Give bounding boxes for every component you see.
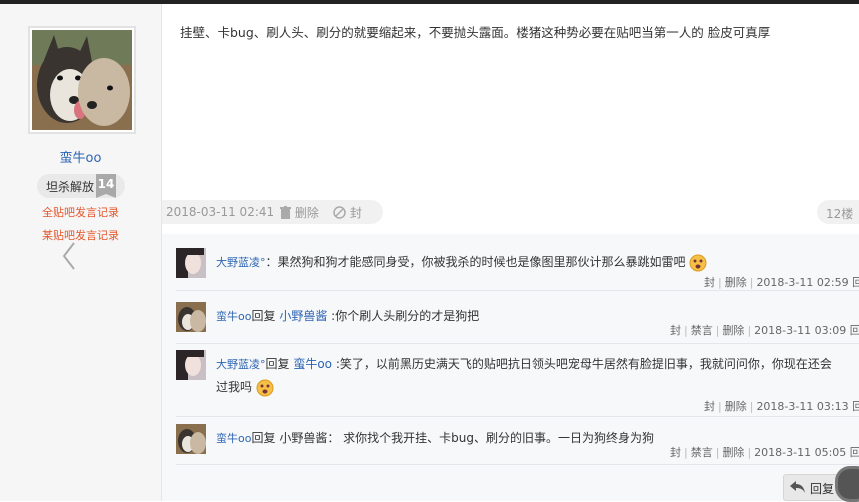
ban-link[interactable]: 封 (670, 324, 681, 337)
mute-link[interactable]: 禁言 (691, 446, 713, 459)
level-badge: 14 (96, 174, 116, 198)
reply-date: 2018-3-11 03:13 (756, 400, 849, 413)
delete-link[interactable]: 删除 (725, 400, 747, 413)
reply-date: 2018-3-11 05:05 (754, 446, 847, 459)
reply-target[interactable]: 小野兽酱 (279, 309, 327, 323)
reply-user[interactable]: 大野蓝凌° (216, 358, 266, 371)
ban-button[interactable]: 封 (333, 204, 362, 221)
all-posts-link[interactable]: 全贴吧发言记录 (0, 204, 161, 220)
delete-label: 删除 (294, 206, 319, 220)
reply-text: :笑了，以前黑历史满天飞的贴吧抗日领头吧宠母牛居然有脸提旧事，我就问问你，你现在… (335, 357, 832, 371)
reply-date: 2018-3-11 03:09 (754, 324, 847, 337)
ban-link[interactable]: 封 (704, 276, 715, 289)
reply-body: 蛮牛oo回复 小野兽酱 :你个刷人头刷分的才是狗把 (216, 305, 479, 328)
reply-text-line2: 过我吗 (216, 380, 253, 394)
reply-meta: 封|删除|2018-3-11 03:13 回复 (704, 398, 859, 414)
reply-target[interactable]: 小野兽酱 (279, 431, 327, 445)
emoji-icon (689, 254, 707, 271)
reply-avatar[interactable] (176, 350, 206, 380)
reply-word: 回复 (251, 431, 276, 445)
delete-link[interactable]: 删除 (722, 446, 744, 459)
reply-avatar[interactable] (176, 248, 206, 278)
post-date: 2018-03-11 02:41 (166, 205, 275, 219)
ban-link[interactable]: 封 (704, 400, 715, 413)
reply-body: 大野蓝凌°回复 蛮牛oo :笑了，以前黑历史满天飞的贴吧抗日领头吧宠母牛居然有脸… (216, 353, 832, 398)
reply-body: 蛮牛oo回复 小野兽酱： 求你找个我开挂、卡bug、刷分的旧事。一日为狗终身为狗 (216, 427, 654, 450)
reply-text: ：果然狗和狗才能感同身受，你被我杀的时候也是像图里那伙计那么暴跳如雷吧 (265, 255, 686, 269)
divider (176, 464, 859, 465)
trash-icon (280, 206, 291, 219)
reply-word: 回复 (251, 309, 276, 323)
divider (176, 343, 859, 344)
forum-posts-link[interactable]: 某贴吧发言记录 (0, 227, 161, 243)
ban-icon (333, 206, 346, 219)
reply-text: :你个刷人头刷分的才是狗把 (331, 309, 480, 323)
delete-button[interactable]: 删除 (280, 204, 319, 221)
post-meta-bar: 2018-03-11 02:41 删除 封 (162, 200, 383, 224)
post-content: 挂壁、卡bug、刷人头、刷分的就要缩起来，不要抛头露面。楼猪这种势必要在贴吧当第… (180, 25, 771, 40)
ban-label: 封 (349, 206, 362, 220)
float-menu-icon[interactable] (835, 466, 859, 502)
badge-title: 坦杀解放 (46, 180, 95, 194)
delete-link[interactable]: 删除 (722, 324, 744, 337)
reply-user[interactable]: 大野蓝凌° (216, 256, 266, 269)
ban-link[interactable]: 封 (670, 446, 681, 459)
reply-list: 大野蓝凌°：果然狗和狗才能感同身受，你被我杀的时候也是像图里那伙计那么暴跳如雷吧… (162, 234, 859, 501)
reply-user[interactable]: 蛮牛oo (216, 432, 251, 445)
reply-link[interactable]: 回复 (852, 276, 859, 289)
prev-arrow-icon[interactable] (60, 240, 78, 275)
reply-link[interactable]: 回复 (850, 446, 859, 459)
reply-meta: 封|禁言|删除|2018-3-11 03:09 回复 (670, 322, 859, 338)
reply-button-label: 回复 (810, 482, 835, 496)
emoji-icon (256, 379, 274, 396)
reply-word: 回复 (265, 357, 290, 371)
reply-link[interactable]: 回复 (850, 324, 859, 337)
reply-target[interactable]: 蛮牛oo (293, 357, 332, 371)
reply-date: 2018-3-11 02:59 (756, 276, 849, 289)
reply-avatar[interactable] (176, 302, 206, 332)
avatar-image (32, 30, 132, 130)
floor-label: 12楼 (826, 207, 854, 221)
delete-link[interactable]: 删除 (725, 276, 747, 289)
author-panel: 蛮牛oo 坦杀解放 14 全贴吧发言记录 某贴吧发言记录 (0, 4, 162, 501)
author-avatar[interactable] (28, 26, 136, 134)
floor-number: 12楼 (817, 200, 859, 224)
reply-user[interactable]: 蛮牛oo (216, 310, 251, 323)
divider (176, 290, 859, 291)
reply-arrow-icon (790, 481, 805, 493)
title-badge[interactable]: 坦杀解放 14 (37, 174, 125, 198)
divider (176, 416, 859, 417)
reply-text: ： 求你找个我开挂、卡bug、刷分的旧事。一日为狗终身为狗 (327, 431, 654, 445)
reply-avatar[interactable] (176, 424, 206, 454)
reply-meta: 封|禁言|删除|2018-3-11 05:05 回复 (670, 444, 859, 460)
mute-link[interactable]: 禁言 (691, 324, 713, 337)
reply-body: 大野蓝凌°：果然狗和狗才能感同身受，你被我杀的时候也是像图里那伙计那么暴跳如雷吧 (216, 251, 707, 274)
reply-meta: 封|删除|2018-3-11 02:59 回复 (704, 274, 859, 290)
author-name[interactable]: 蛮牛oo (0, 147, 161, 166)
reply-link[interactable]: 回复 (852, 400, 859, 413)
